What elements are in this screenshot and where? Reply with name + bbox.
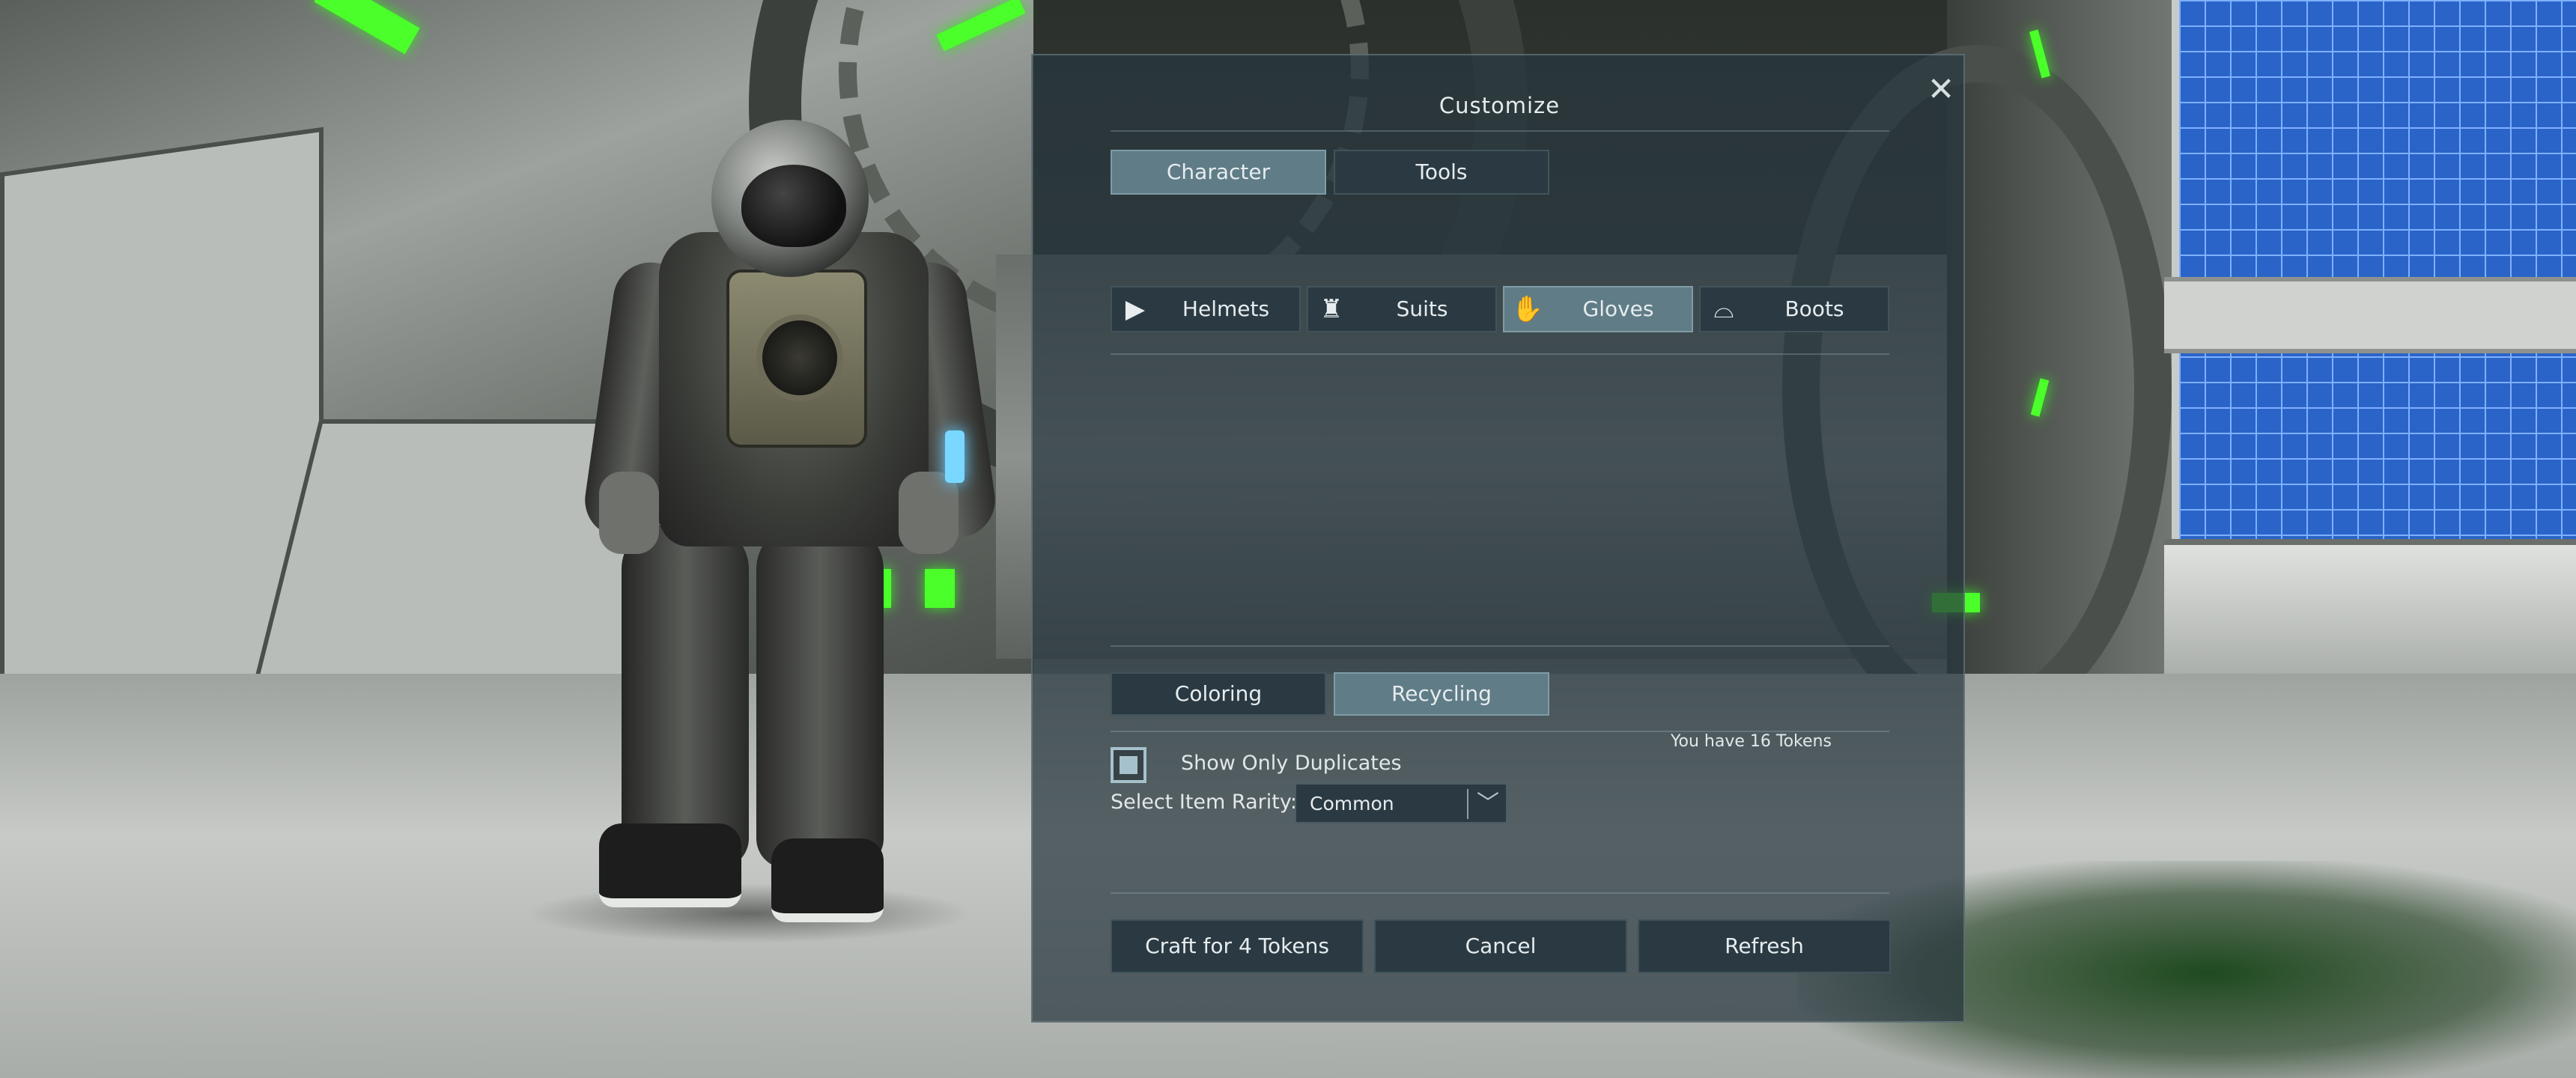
item-area-divider [1111,645,1889,647]
cancel-button-label: Cancel [1465,934,1537,958]
character-right-glove [899,472,959,554]
rarity-select-value: Common [1310,793,1394,814]
category-boots-label: Boots [1784,296,1844,321]
solar-panel [2172,0,2576,539]
character-arm-light [945,430,965,483]
show-duplicates-checkbox[interactable] [1111,747,1146,783]
title-divider [1111,130,1889,132]
character-left-leg [622,524,749,868]
character-shadow [524,883,973,943]
boot-icon: ⌓ [1713,294,1734,324]
helmet-icon: ▶ [1125,294,1146,324]
background-railing [2164,539,2576,680]
cancel-button[interactable]: Cancel [1374,919,1627,973]
character-left-glove [599,472,659,554]
tab-coloring-label: Coloring [1174,681,1263,706]
checkbox-check [1120,756,1137,774]
character-left-boot [599,823,741,907]
glove-icon: ✋ [1511,294,1544,324]
category-helmets-label: Helmets [1182,296,1270,321]
tab-tools[interactable]: Tools [1334,150,1549,195]
category-gloves[interactable]: ✋ Gloves [1503,286,1693,332]
tab-coloring[interactable]: Coloring [1111,672,1326,716]
solar-panel-frame [2164,277,2576,353]
character-right-leg [756,524,884,868]
character-chest-core [756,314,843,401]
craft-button-label: Craft for 4 Tokens [1145,934,1329,958]
tab-recycling-label: Recycling [1391,681,1492,706]
dialog-title: Customize [1439,93,1561,118]
refresh-button[interactable]: Refresh [1638,919,1891,973]
background-green-light [925,569,955,608]
character-visor [741,165,846,247]
character-right-boot [771,838,884,922]
close-icon[interactable]: ✕ [1920,69,1962,111]
rarity-select[interactable]: Common ﹀ [1295,783,1507,823]
category-suits-label: Suits [1396,296,1448,321]
game-scene: Customize ✕ Character Tools ▶ Helmets ♜ … [0,0,2576,1078]
token-count: You have 16 Tokens [1671,732,1832,751]
craft-button[interactable]: Craft for 4 Tokens [1111,919,1364,973]
category-helmets[interactable]: ▶ Helmets [1111,286,1301,332]
chevron-down-icon[interactable]: ﹀ [1470,785,1506,823]
item-grid-area [1111,362,1889,692]
select-separator [1467,789,1468,819]
refresh-button-label: Refresh [1725,934,1804,958]
tab-tools-label: Tools [1415,159,1468,184]
suit-icon: ♜ [1319,294,1343,324]
tab-character[interactable]: Character [1111,150,1326,195]
category-suits[interactable]: ♜ Suits [1307,286,1497,332]
rarity-label: Select Item Rarity: [1111,791,1297,814]
options-divider [1111,892,1889,894]
category-gloves-label: Gloves [1582,296,1654,321]
customize-dialog: Customize ✕ Character Tools ▶ Helmets ♜ … [1031,54,1965,1023]
category-boots[interactable]: ⌓ Boots [1699,286,1889,332]
show-duplicates-label: Show Only Duplicates [1181,752,1402,775]
category-divider [1111,353,1889,355]
tab-recycling[interactable]: Recycling [1334,672,1549,716]
tab-character-label: Character [1166,159,1271,184]
